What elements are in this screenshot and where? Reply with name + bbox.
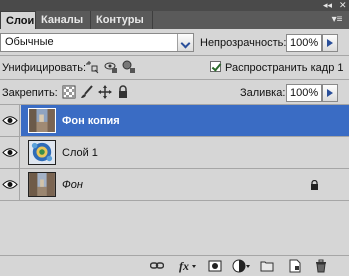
layer-row-fon-kopiya[interactable]: Фон копия [0, 105, 349, 137]
lock-position-icon[interactable] [98, 85, 112, 99]
layer-name[interactable]: Фон копия [62, 115, 120, 127]
fill-input[interactable]: 100% [286, 84, 322, 102]
blend-mode-value: Обычные [5, 36, 54, 48]
visibility-toggle[interactable] [0, 169, 20, 200]
tab-layers[interactable]: Слои [0, 11, 36, 29]
collapse-panel-icon[interactable]: ◂◂ [323, 0, 332, 11]
layers-bottom-toolbar: fx [0, 255, 349, 276]
link-layers-icon[interactable] [150, 259, 164, 273]
adjustment-layer-icon[interactable] [232, 259, 250, 273]
layer-thumbnail [28, 108, 56, 133]
propagate-frame-checkbox[interactable] [210, 61, 221, 72]
panel-menu-icon[interactable]: ▾≡ [329, 12, 345, 27]
svg-text:fx: fx [179, 259, 189, 273]
lock-label: Закрепить: [2, 87, 58, 99]
eye-icon[interactable] [2, 147, 18, 158]
fill-label: Заливка: [240, 87, 286, 99]
fill-flyout-arrow-icon[interactable] [322, 84, 338, 102]
opacity-flyout-arrow-icon[interactable] [322, 34, 338, 52]
layer-thumbnail [28, 172, 56, 197]
new-group-folder-icon[interactable] [260, 259, 274, 273]
lock-all-icon[interactable] [116, 85, 130, 99]
lock-image-pixels-icon[interactable] [80, 85, 94, 99]
propagate-frame-label: Распространить кадр 1 [225, 62, 344, 74]
blend-mode-select[interactable]: Обычные [0, 33, 194, 52]
layer-name[interactable]: Слой 1 [62, 147, 98, 159]
visibility-toggle[interactable] [0, 105, 20, 136]
opacity-label: Непрозрачность: [200, 37, 287, 49]
panel-top-strip: ◂◂ ✕ [0, 0, 349, 11]
lock-icon [311, 180, 318, 190]
layer-thumbnail [28, 140, 56, 165]
layer-name[interactable]: Фон [62, 179, 83, 191]
divider [0, 79, 349, 80]
unify-visibility-icon[interactable] [104, 60, 118, 74]
unify-label: Унифицировать: [2, 62, 87, 74]
lock-transparent-pixels-icon[interactable] [62, 85, 76, 99]
unify-position-icon[interactable] [86, 60, 100, 74]
layer-row-sloy-1[interactable]: Слой 1 [0, 137, 349, 169]
eye-icon[interactable] [2, 179, 18, 190]
new-layer-icon[interactable] [288, 259, 302, 273]
tab-paths[interactable]: Контуры [91, 11, 153, 29]
divider [0, 55, 349, 56]
layer-mask-icon[interactable] [208, 259, 222, 273]
close-panel-icon[interactable]: ✕ [339, 0, 347, 11]
layer-row-fon[interactable]: Фон [0, 169, 349, 201]
delete-trash-icon[interactable] [314, 259, 328, 273]
unify-style-icon[interactable] [122, 60, 136, 74]
tab-channels[interactable]: Каналы [36, 11, 91, 29]
visibility-toggle[interactable] [0, 137, 20, 168]
layers-list: Фон копия Слой 1 Фон [0, 105, 349, 201]
panel-tab-bar: Слои Каналы Контуры ▾≡ [0, 11, 349, 29]
opacity-input[interactable]: 100% [286, 34, 322, 52]
layer-style-fx-icon[interactable]: fx [178, 259, 196, 273]
eye-icon[interactable] [2, 115, 18, 126]
chevron-down-icon[interactable] [177, 34, 193, 51]
